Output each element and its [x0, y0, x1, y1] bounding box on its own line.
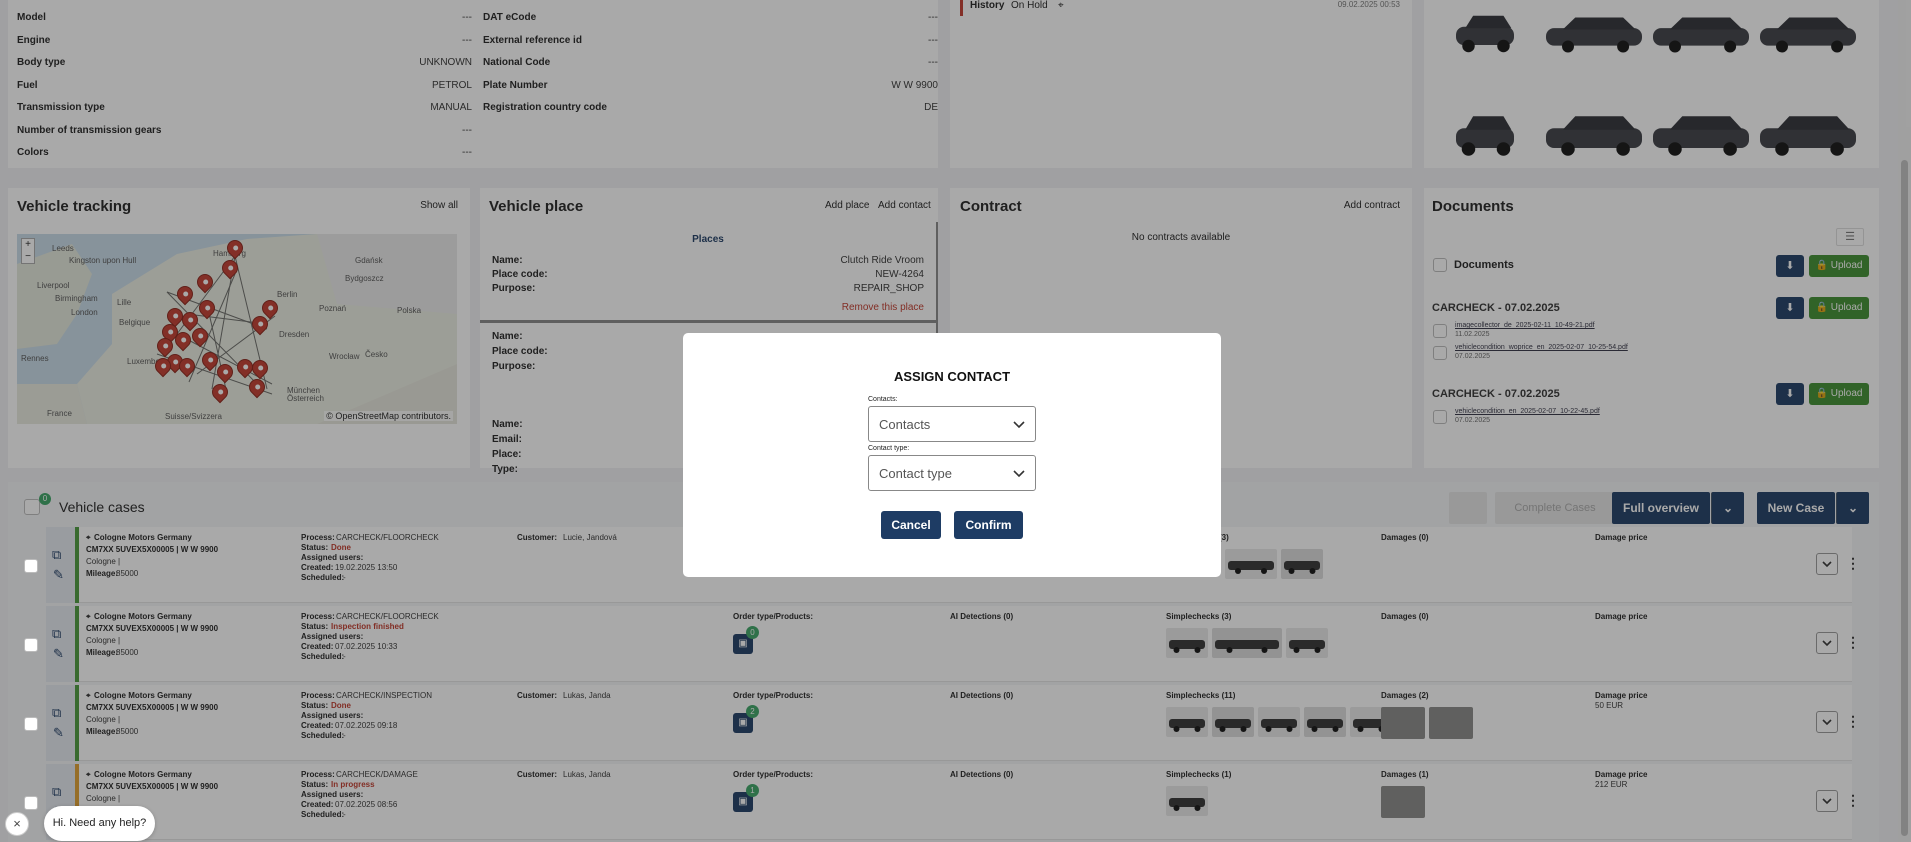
chevron-down-icon — [1013, 421, 1025, 429]
chat-bubble[interactable]: Hi. Need any help? — [44, 806, 155, 841]
contact-type-select[interactable]: Contact type — [868, 455, 1036, 491]
chevron-down-icon — [1013, 470, 1025, 478]
case-checkbox[interactable] — [24, 717, 38, 731]
case-checkbox[interactable] — [24, 796, 38, 810]
contacts-label: Contacts: — [868, 396, 898, 403]
cancel-button[interactable]: Cancel — [881, 511, 941, 539]
assign-contact-modal: ASSIGN CONTACT Contacts: Contacts Contac… — [683, 333, 1221, 577]
case-checkbox[interactable] — [24, 638, 38, 652]
contact-type-select-value: Contact type — [879, 466, 952, 481]
case-checkbox[interactable] — [24, 559, 38, 573]
contact-type-label: Contact type: — [868, 445, 910, 452]
chat-close-button[interactable]: × — [5, 812, 29, 836]
modal-title: ASSIGN CONTACT — [893, 369, 1011, 384]
contacts-select[interactable]: Contacts — [868, 406, 1036, 442]
confirm-button[interactable]: Confirm — [954, 511, 1023, 539]
contacts-select-value: Contacts — [879, 417, 931, 432]
chat-bubble-text: Hi. Need any help? — [52, 817, 147, 829]
